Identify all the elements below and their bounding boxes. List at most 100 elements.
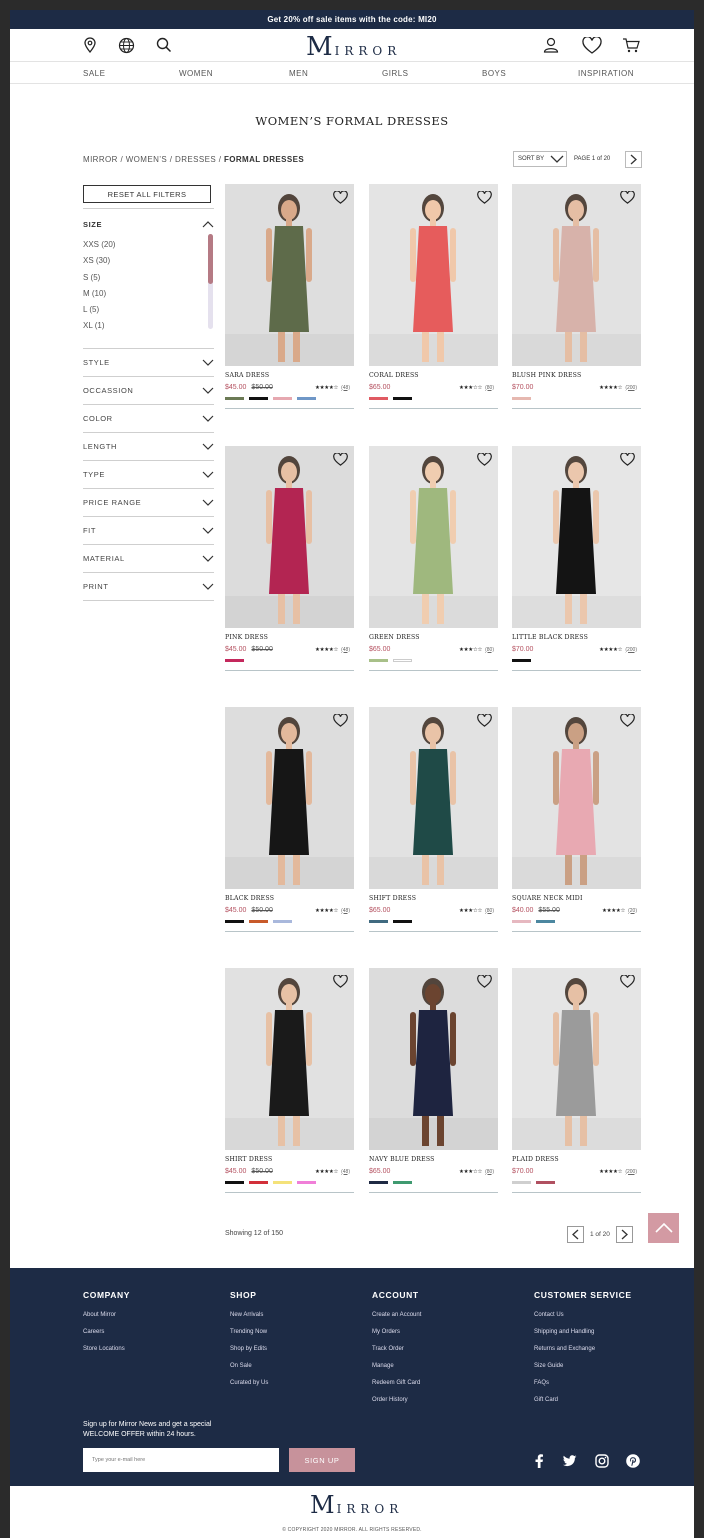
review-count[interactable]: (48) [341,385,350,391]
footer-link[interactable]: Track Order [372,1346,421,1363]
filter-section-material[interactable]: MATERIAL [83,545,214,573]
footer-link[interactable]: Returns and Exchange [534,1346,632,1363]
wishlist-heart-icon[interactable] [620,453,635,466]
nav-sale[interactable]: SALE [83,69,105,78]
footer-link[interactable]: Redeem Gift Card [372,1380,421,1397]
color-swatch[interactable] [273,920,292,923]
filter-section-length[interactable]: LENGTH [83,433,214,461]
review-count[interactable]: (200) [625,647,637,653]
product-image[interactable] [225,184,354,366]
reset-filters-button[interactable]: RESET ALL FILTERS [83,185,211,203]
color-swatch[interactable] [512,659,531,662]
product-name[interactable]: BLUSH PINK DRESS [512,372,641,379]
color-swatch[interactable] [225,397,244,400]
product-name[interactable]: BLACK DRESS [225,895,354,902]
footer-link[interactable]: Order History [372,1397,421,1414]
review-count[interactable]: (80) [485,647,494,653]
product-image[interactable] [225,968,354,1150]
product-card[interactable]: LITTLE BLACK DRESS $70.00 ★★★★☆ (200) [512,446,641,671]
product-name[interactable]: CORAL DRESS [369,372,498,379]
size-option[interactable]: XS (30) [83,253,214,269]
color-swatch[interactable] [273,1181,292,1184]
globe-icon[interactable] [117,36,135,54]
wishlist-heart-icon[interactable] [620,191,635,204]
account-icon[interactable] [542,36,560,54]
filter-section-price-range[interactable]: PRICE RANGE [83,489,214,517]
nav-girls[interactable]: GIRLS [382,69,409,78]
nav-women[interactable]: WOMEN [179,69,213,78]
product-card[interactable]: GREEN DRESS $65.00 ★★★☆☆ (80) [369,446,498,671]
product-card[interactable]: BLACK DRESS $45.00 $50.00 ★★★★☆ (48) [225,707,354,932]
color-swatch[interactable] [512,1181,531,1184]
product-card[interactable]: SHIFT DRESS $65.00 ★★★☆☆ (80) [369,707,498,932]
wishlist-heart-icon[interactable] [333,714,348,727]
product-name[interactable]: SHIFT DRESS [369,895,498,902]
wishlist-heart-icon[interactable] [477,714,492,727]
product-image[interactable] [512,968,641,1150]
wishlist-heart-icon[interactable] [620,975,635,988]
footer-link[interactable]: Create an Account [372,1312,421,1329]
product-name[interactable]: SARA DRESS [225,372,354,379]
product-image[interactable] [512,707,641,889]
color-swatch[interactable] [369,1181,388,1184]
color-swatch[interactable] [225,659,244,662]
footer-link[interactable]: My Orders [372,1329,421,1346]
product-name[interactable]: PLAID DRESS [512,1156,641,1163]
wishlist-heart-icon[interactable] [477,453,492,466]
color-swatch[interactable] [512,920,531,923]
filter-section-print[interactable]: PRINT [83,573,214,601]
next-page-button-bottom[interactable] [615,1226,633,1243]
product-image[interactable] [512,184,641,366]
footer-link[interactable]: Shop by Edits [230,1346,268,1363]
wishlist-heart-icon[interactable] [333,453,348,466]
color-swatch[interactable] [369,397,388,400]
product-card[interactable]: SQUARE NECK MIDI $40.00 $55.00 ★★★★☆ (20) [512,707,641,932]
product-image[interactable] [225,446,354,628]
product-name[interactable]: SQUARE NECK MIDI [512,895,641,902]
wishlist-heart-icon[interactable] [333,975,348,988]
color-swatch[interactable] [369,659,388,662]
color-swatch[interactable] [225,1181,244,1184]
email-input[interactable] [83,1448,279,1472]
nav-boys[interactable]: BOYS [482,69,506,78]
wishlist-heart-icon[interactable] [620,714,635,727]
color-swatch[interactable] [512,397,531,400]
facebook-icon[interactable] [531,1453,547,1469]
wishlist-heart-icon[interactable] [477,191,492,204]
review-count[interactable]: (48) [341,908,350,914]
product-card[interactable]: PLAID DRESS $70.00 ★★★★☆ (200) [512,968,641,1193]
size-option[interactable]: M (10) [83,286,214,302]
footer-link[interactable]: Store Locations [83,1346,130,1363]
filter-section-occassion[interactable]: OCCASSION [83,377,214,405]
footer-link[interactable]: Size Guide [534,1363,632,1380]
size-option[interactable]: L (5) [83,302,214,318]
product-name[interactable]: PINK DRESS [225,634,354,641]
product-card[interactable]: NAVY BLUE DRESS $65.00 ★★★☆☆ (80) [369,968,498,1193]
wishlist-heart-icon[interactable] [333,191,348,204]
size-option[interactable]: S (5) [83,270,214,286]
location-icon[interactable] [81,36,99,54]
color-swatch[interactable] [249,1181,268,1184]
sort-dropdown[interactable]: SORT BY [513,151,567,167]
nav-inspiration[interactable]: INSPIRATION [578,69,634,78]
review-count[interactable]: (80) [485,908,494,914]
color-swatch[interactable] [297,397,316,400]
search-icon[interactable] [155,36,173,54]
color-swatch[interactable] [393,1181,412,1184]
logo[interactable]: M IRROR [306,31,401,61]
cart-icon[interactable] [622,36,640,54]
footer-link[interactable]: Careers [83,1329,130,1346]
review-count[interactable]: (48) [341,1169,350,1175]
footer-link[interactable]: About Mirror [83,1312,130,1329]
product-image[interactable] [369,968,498,1150]
product-card[interactable]: CORAL DRESS $65.00 ★★★☆☆ (80) [369,184,498,409]
product-card[interactable]: BLUSH PINK DRESS $70.00 ★★★★☆ (200) [512,184,641,409]
review-count[interactable]: (200) [625,1169,637,1175]
color-swatch[interactable] [393,920,412,923]
footer-link[interactable]: Manage [372,1363,421,1380]
review-count[interactable]: (200) [625,385,637,391]
scrollbar-thumb[interactable] [208,234,213,284]
heart-icon[interactable] [581,36,603,54]
pinterest-icon[interactable] [625,1453,641,1469]
review-count[interactable]: (80) [485,1169,494,1175]
